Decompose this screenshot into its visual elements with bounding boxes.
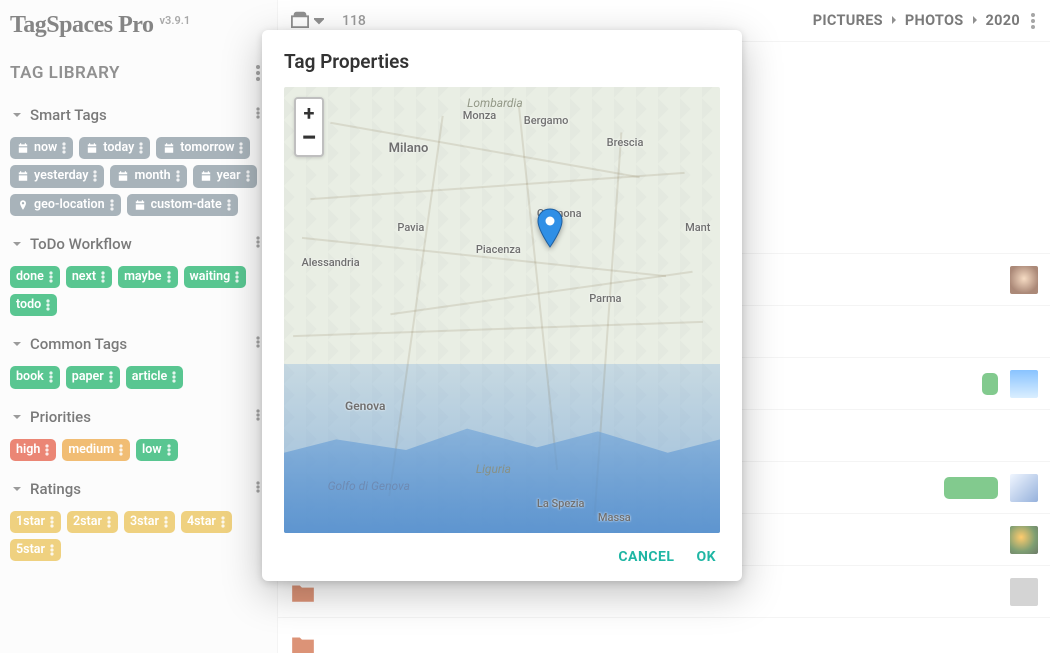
tag-properties-dialog: Tag Properties Lombardia Liguria Golfo d… xyxy=(262,30,742,581)
map-city-label: Milano xyxy=(389,141,429,156)
map-city-label: Bergamo xyxy=(524,114,569,127)
map-city-label: Parma xyxy=(589,292,621,305)
map-city-label: Pavia xyxy=(397,221,424,234)
map-city-label: Genova xyxy=(345,399,385,413)
map-city-label: Monza xyxy=(463,109,496,122)
map-city-label: La Spezia xyxy=(537,497,585,510)
cancel-button[interactable]: CANCEL xyxy=(618,549,674,565)
map-region-label: Golfo di Genova xyxy=(328,479,410,493)
map-region-label: Liguria xyxy=(476,462,511,476)
map-city-label: Brescia xyxy=(607,136,644,149)
map-marker-icon[interactable] xyxy=(537,208,563,252)
map-region-label: Lombardia xyxy=(467,96,523,110)
dialog-title: Tag Properties xyxy=(284,50,720,73)
map[interactable]: Lombardia Liguria Golfo di Genova Monza … xyxy=(284,87,720,533)
map-city-label: Piacenza xyxy=(476,243,521,256)
zoom-out-button[interactable]: − xyxy=(296,124,322,152)
dialog-actions: CANCEL OK xyxy=(284,533,720,567)
ok-button[interactable]: OK xyxy=(696,549,716,565)
map-zoom-control: + − xyxy=(294,97,324,157)
map-city-label: Mant xyxy=(685,221,710,234)
map-city-label: Alessandria xyxy=(301,256,359,269)
map-city-label: Massa xyxy=(598,511,631,524)
